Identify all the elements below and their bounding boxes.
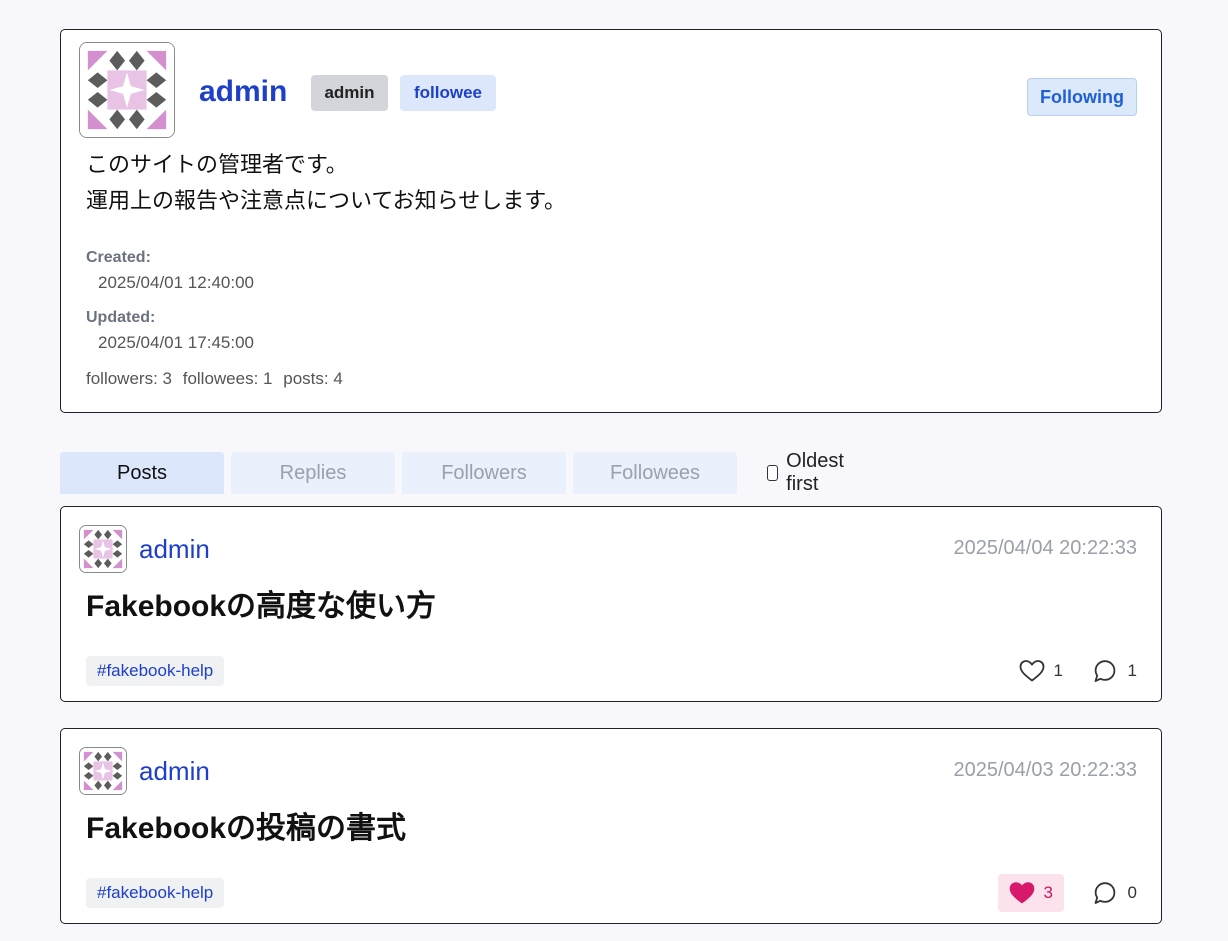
posts-count: posts: 4	[283, 369, 343, 388]
profile-name[interactable]: admin	[199, 74, 287, 110]
relation-badge: followee	[400, 75, 496, 111]
profile-stats: followers: 3 followees: 1 posts: 4	[86, 369, 349, 389]
oldest-first-label: Oldest first	[786, 450, 844, 495]
speech-bubble-icon	[1094, 660, 1115, 682]
followers-count: followers: 3	[86, 369, 172, 388]
post-title[interactable]: Fakebookの投稿の書式	[86, 811, 406, 847]
post-author[interactable]: admin	[139, 755, 210, 787]
like-button[interactable]: 3	[997, 874, 1064, 912]
oldest-first-checkbox[interactable]	[767, 465, 779, 481]
avatar[interactable]	[79, 525, 127, 573]
profile-card: admin admin followee Following このサイトの管理者…	[60, 29, 1162, 413]
bio-line: 運用上の報告や注意点についてお知らせします。	[86, 189, 567, 214]
post-title[interactable]: Fakebookの高度な使い方	[86, 589, 436, 625]
like-count: 3	[1043, 883, 1053, 902]
post-author[interactable]: admin	[139, 533, 210, 565]
followees-count: followees: 1	[182, 369, 273, 388]
post-tag[interactable]: #fakebook-help	[86, 656, 225, 686]
post-tag[interactable]: #fakebook-help	[86, 878, 225, 908]
tab-followees[interactable]: Followees	[573, 452, 737, 494]
heart-icon	[1019, 660, 1044, 682]
post-timestamp[interactable]: 2025/04/03 20:22:33	[953, 759, 1137, 782]
reply-button[interactable]: 0	[1081, 874, 1148, 912]
following-button[interactable]: Following	[1027, 78, 1137, 116]
avatar	[79, 42, 175, 138]
created-label: Created:	[86, 249, 151, 266]
reply-count: 0	[1127, 883, 1137, 902]
like-button[interactable]: 1	[1008, 652, 1074, 690]
role-badge: admin	[311, 75, 388, 111]
tab-followers[interactable]: Followers	[402, 452, 566, 494]
reply-button[interactable]: 1	[1081, 652, 1148, 690]
speech-bubble-icon	[1094, 882, 1115, 904]
profile-bio: このサイトの管理者です。 運用上の報告や注意点についてお知らせします。	[86, 148, 566, 220]
like-count: 1	[1053, 661, 1063, 680]
oldest-first-toggle[interactable]: Oldest first	[767, 450, 849, 495]
updated-label: Updated:	[86, 309, 156, 326]
updated-value: 2025/04/01 17:45:00	[98, 333, 254, 352]
post-card: admin 2025/04/03 20:22:33 Fakebookの投稿の書式…	[60, 728, 1162, 924]
tab-posts[interactable]: Posts	[60, 452, 224, 494]
identicon-icon	[80, 43, 174, 137]
identicon-icon	[80, 748, 126, 794]
post-timestamp[interactable]: 2025/04/04 20:22:33	[953, 537, 1137, 560]
bio-line: このサイトの管理者です。	[86, 153, 348, 178]
identicon-icon	[80, 526, 126, 572]
created-value: 2025/04/01 12:40:00	[98, 273, 254, 292]
post-card: admin 2025/04/04 20:22:33 Fakebookの高度な使い…	[60, 506, 1162, 702]
heart-icon	[1009, 882, 1034, 904]
reply-count: 1	[1127, 661, 1137, 680]
avatar[interactable]	[79, 747, 127, 795]
tab-replies[interactable]: Replies	[231, 452, 395, 494]
